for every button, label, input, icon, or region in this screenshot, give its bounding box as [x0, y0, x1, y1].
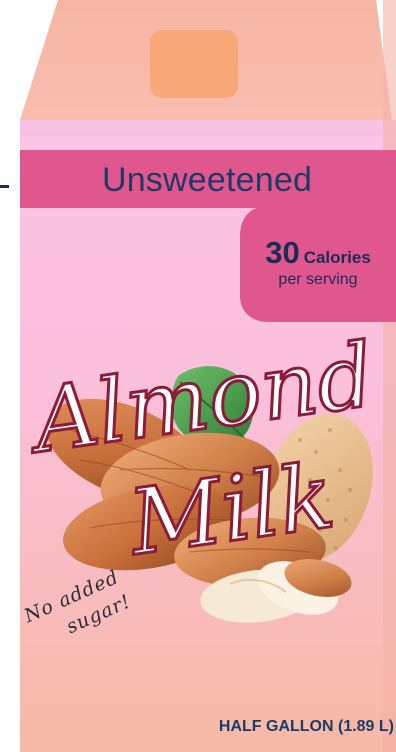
carton-illustration: Almond Milk Unsweetened 30 Calories per s… [0, 0, 396, 752]
calories-line: 30 Calories [240, 236, 396, 270]
calories-unit: Calories [303, 248, 371, 267]
carton-side-edge [383, 0, 396, 752]
size-label: HALF GALLON (1.89 L) [218, 718, 394, 735]
calories-badge-text: 30 Calories per serving [240, 236, 396, 316]
carton-cap [150, 30, 238, 98]
variant-label: Unsweetened [101, 161, 313, 199]
calories-note: per serving [278, 271, 358, 288]
calories-number: 30 [265, 235, 300, 270]
side-dash [0, 185, 9, 188]
